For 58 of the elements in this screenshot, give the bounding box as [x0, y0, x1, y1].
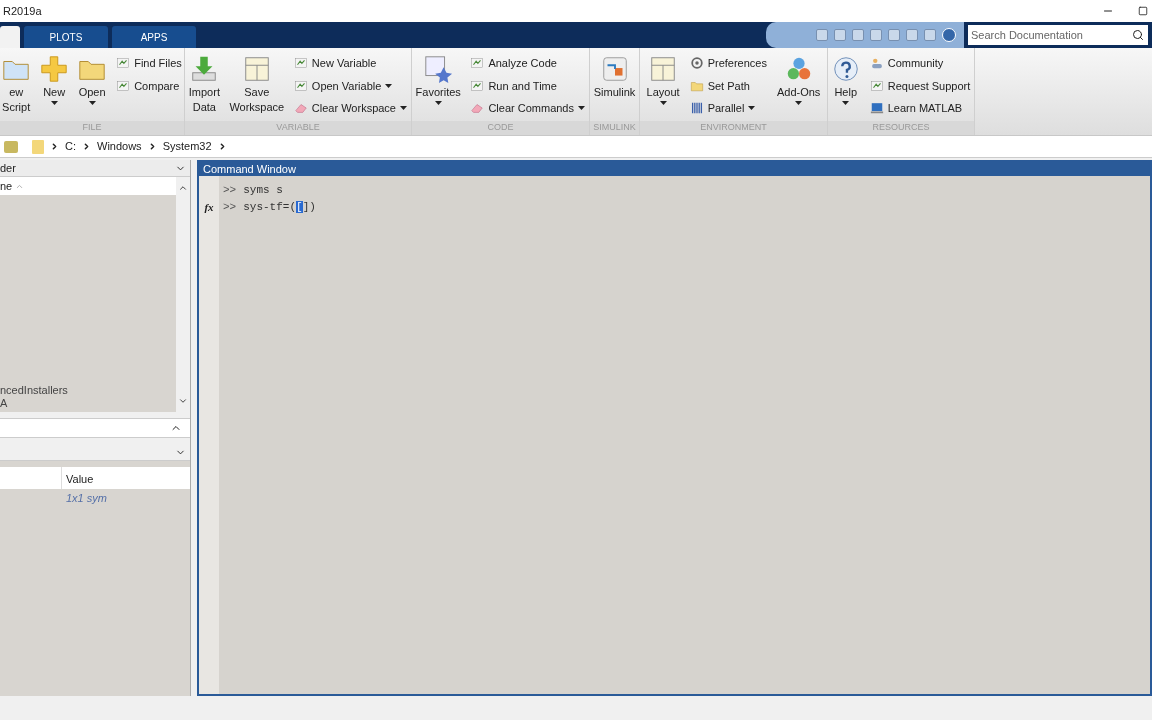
ribbon-button[interactable]: Open Variable [293, 77, 407, 94]
function-browser-button[interactable]: fx [204, 199, 214, 216]
ribbon-button[interactable]: Parallel [689, 100, 767, 117]
ribbon-button[interactable]: Run and Time [470, 77, 585, 94]
ribbon-button[interactable]: Layout [646, 54, 680, 105]
ribbon-button[interactable]: Set Path [689, 77, 767, 94]
file-item[interactable]: A [0, 397, 176, 410]
gear-icon [689, 56, 704, 71]
ribbon-button[interactable]: Import Data [189, 54, 220, 114]
ribbon-button[interactable]: Find Files [116, 55, 182, 72]
ribbon-button[interactable]: Clear Workspace [293, 100, 407, 117]
search-field[interactable]: Search Documentation [968, 25, 1148, 45]
group-label: ENVIRONMENT [640, 121, 827, 135]
ribbon-button[interactable]: Add-Ons [776, 54, 821, 105]
eraser-icon [470, 101, 485, 116]
command-prompt: >> [223, 200, 237, 215]
ribbon-button[interactable]: Request Support [869, 77, 971, 94]
folder-icon [32, 139, 44, 154]
ribbon-button[interactable]: Open [78, 54, 107, 105]
eraser-icon [293, 101, 308, 116]
ribbon-button[interactable]: New [40, 54, 69, 105]
ribbon-button[interactable]: New Variable [293, 55, 407, 72]
ribbon-button[interactable]: Community [869, 55, 971, 72]
column-header[interactable]: ne [0, 177, 13, 195]
plus-icon [39, 54, 70, 84]
file-item[interactable]: ncedInstallers [0, 384, 176, 397]
table-cell-text: 1x1 sym [65, 490, 107, 506]
ribbon-button[interactable]: Simulink [594, 54, 635, 99]
group-label: CODE [412, 121, 589, 135]
ribbon-button[interactable]: Preferences [689, 55, 767, 72]
ribbon-button[interactable]: Compare [116, 77, 182, 94]
ribbon-button[interactable]: Clear Commands [470, 100, 585, 117]
ribbon-button[interactable]: Save Workspace [229, 54, 284, 114]
breadcrumb[interactable]: System32 [162, 138, 212, 155]
breadcrumb[interactable]: C: [65, 138, 76, 155]
ribbon-button[interactable]: ew Script [2, 54, 31, 114]
command-line: syms s [243, 183, 283, 198]
star-icon [423, 54, 454, 84]
restore-icon[interactable] [1138, 6, 1148, 16]
command-prompt: >> [223, 183, 237, 198]
breadcrumb[interactable]: Windows [97, 138, 142, 155]
window-title: R2019a [3, 3, 42, 19]
group-label: SIMULINK [590, 121, 639, 135]
ribbon-button[interactable]: Help [831, 54, 860, 105]
search-icon [1132, 29, 1144, 41]
scroll-up-icon[interactable] [178, 183, 188, 193]
ribbon-tab[interactable]: APPS [112, 26, 196, 48]
people-icon [869, 56, 884, 71]
ribbon-button[interactable]: Analyze Code [470, 55, 585, 72]
panel-title: der [0, 160, 16, 176]
command-line: sys-tf=([]) [243, 200, 316, 215]
ribbon-button[interactable]: Favorites [416, 54, 461, 105]
panel-title: Command Window [203, 161, 296, 177]
ribbon-tab[interactable] [0, 26, 20, 48]
ribbon-tab[interactable]: PLOTS [24, 26, 108, 48]
ribbon-button[interactable]: Learn MATLAB [869, 100, 971, 117]
group-label: RESOURCES [828, 121, 974, 135]
scroll-down-icon[interactable] [178, 396, 188, 406]
